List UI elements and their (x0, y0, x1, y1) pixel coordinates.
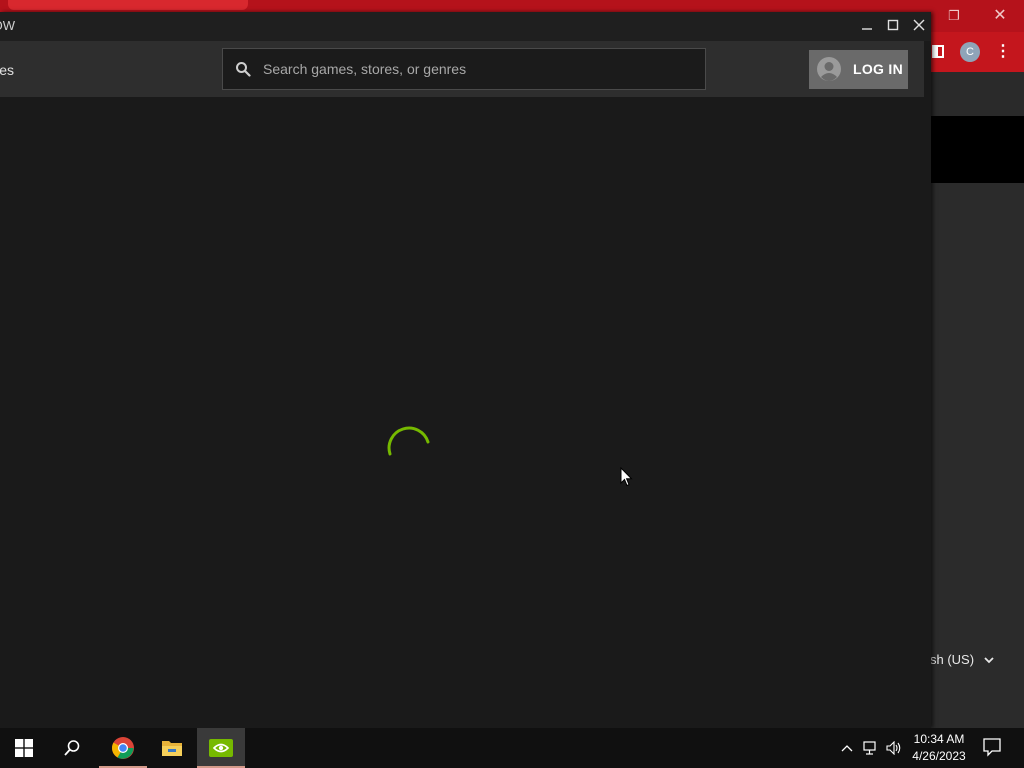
minimize-icon[interactable] (857, 16, 877, 36)
browser-tab[interactable] (8, 0, 248, 10)
search-icon (236, 62, 251, 77)
chevron-up-icon[interactable] (838, 738, 856, 758)
chrome-icon (112, 737, 134, 759)
window-title: OW (0, 18, 15, 33)
taskbar-file-explorer[interactable] (148, 728, 196, 768)
taskbar: 10:34 AM 4/26/2023 (0, 728, 1024, 768)
system-clock[interactable]: 10:34 AM 4/26/2023 (906, 731, 972, 765)
login-button[interactable]: LOG IN (809, 50, 908, 89)
search-bar[interactable] (222, 48, 706, 90)
volume-icon[interactable] (885, 738, 903, 758)
search-icon (64, 740, 80, 756)
profile-avatar[interactable]: C (960, 42, 980, 62)
search-input[interactable] (263, 49, 693, 89)
loading-spinner-icon (387, 426, 430, 456)
geforce-now-window: OW es LOG IN (0, 12, 931, 728)
clock-date: 4/26/2023 (912, 749, 966, 763)
folder-icon (162, 741, 182, 756)
browser-bookmark-bar (931, 72, 1024, 116)
nvidia-icon (209, 739, 233, 757)
nav-item-games[interactable]: es (0, 60, 14, 80)
page-banner (931, 116, 1024, 183)
language-label: sh (US) (930, 652, 975, 667)
user-avatar-icon (817, 57, 841, 81)
close-icon[interactable]: ✕ (990, 6, 1010, 26)
taskbar-geforce-now[interactable] (197, 728, 245, 768)
page-content (931, 183, 1024, 728)
avatar-letter: C (966, 46, 974, 58)
restore-icon[interactable]: ❐ (944, 6, 964, 26)
maximize-icon[interactable] (883, 16, 903, 36)
start-button[interactable] (0, 728, 48, 768)
close-icon[interactable] (909, 16, 929, 36)
kebab-menu-icon[interactable]: ⋮ (995, 42, 1011, 62)
network-icon[interactable] (862, 738, 880, 758)
desktop: ❐ ✕ C ⋮ sh (US) OW es (0, 0, 1024, 768)
taskbar-chrome[interactable] (99, 728, 147, 768)
taskbar-search-button[interactable] (48, 728, 96, 768)
chevron-down-icon (984, 657, 994, 664)
login-label: LOG IN (853, 61, 904, 77)
mouse-cursor-icon (620, 467, 633, 487)
language-selector[interactable]: sh (US) (930, 650, 1020, 670)
extension-icon[interactable] (932, 45, 944, 58)
notification-icon[interactable] (982, 736, 1002, 758)
window-title-bar[interactable]: OW (0, 12, 931, 41)
windows-logo-icon (15, 739, 33, 757)
clock-time: 10:34 AM (913, 732, 965, 746)
